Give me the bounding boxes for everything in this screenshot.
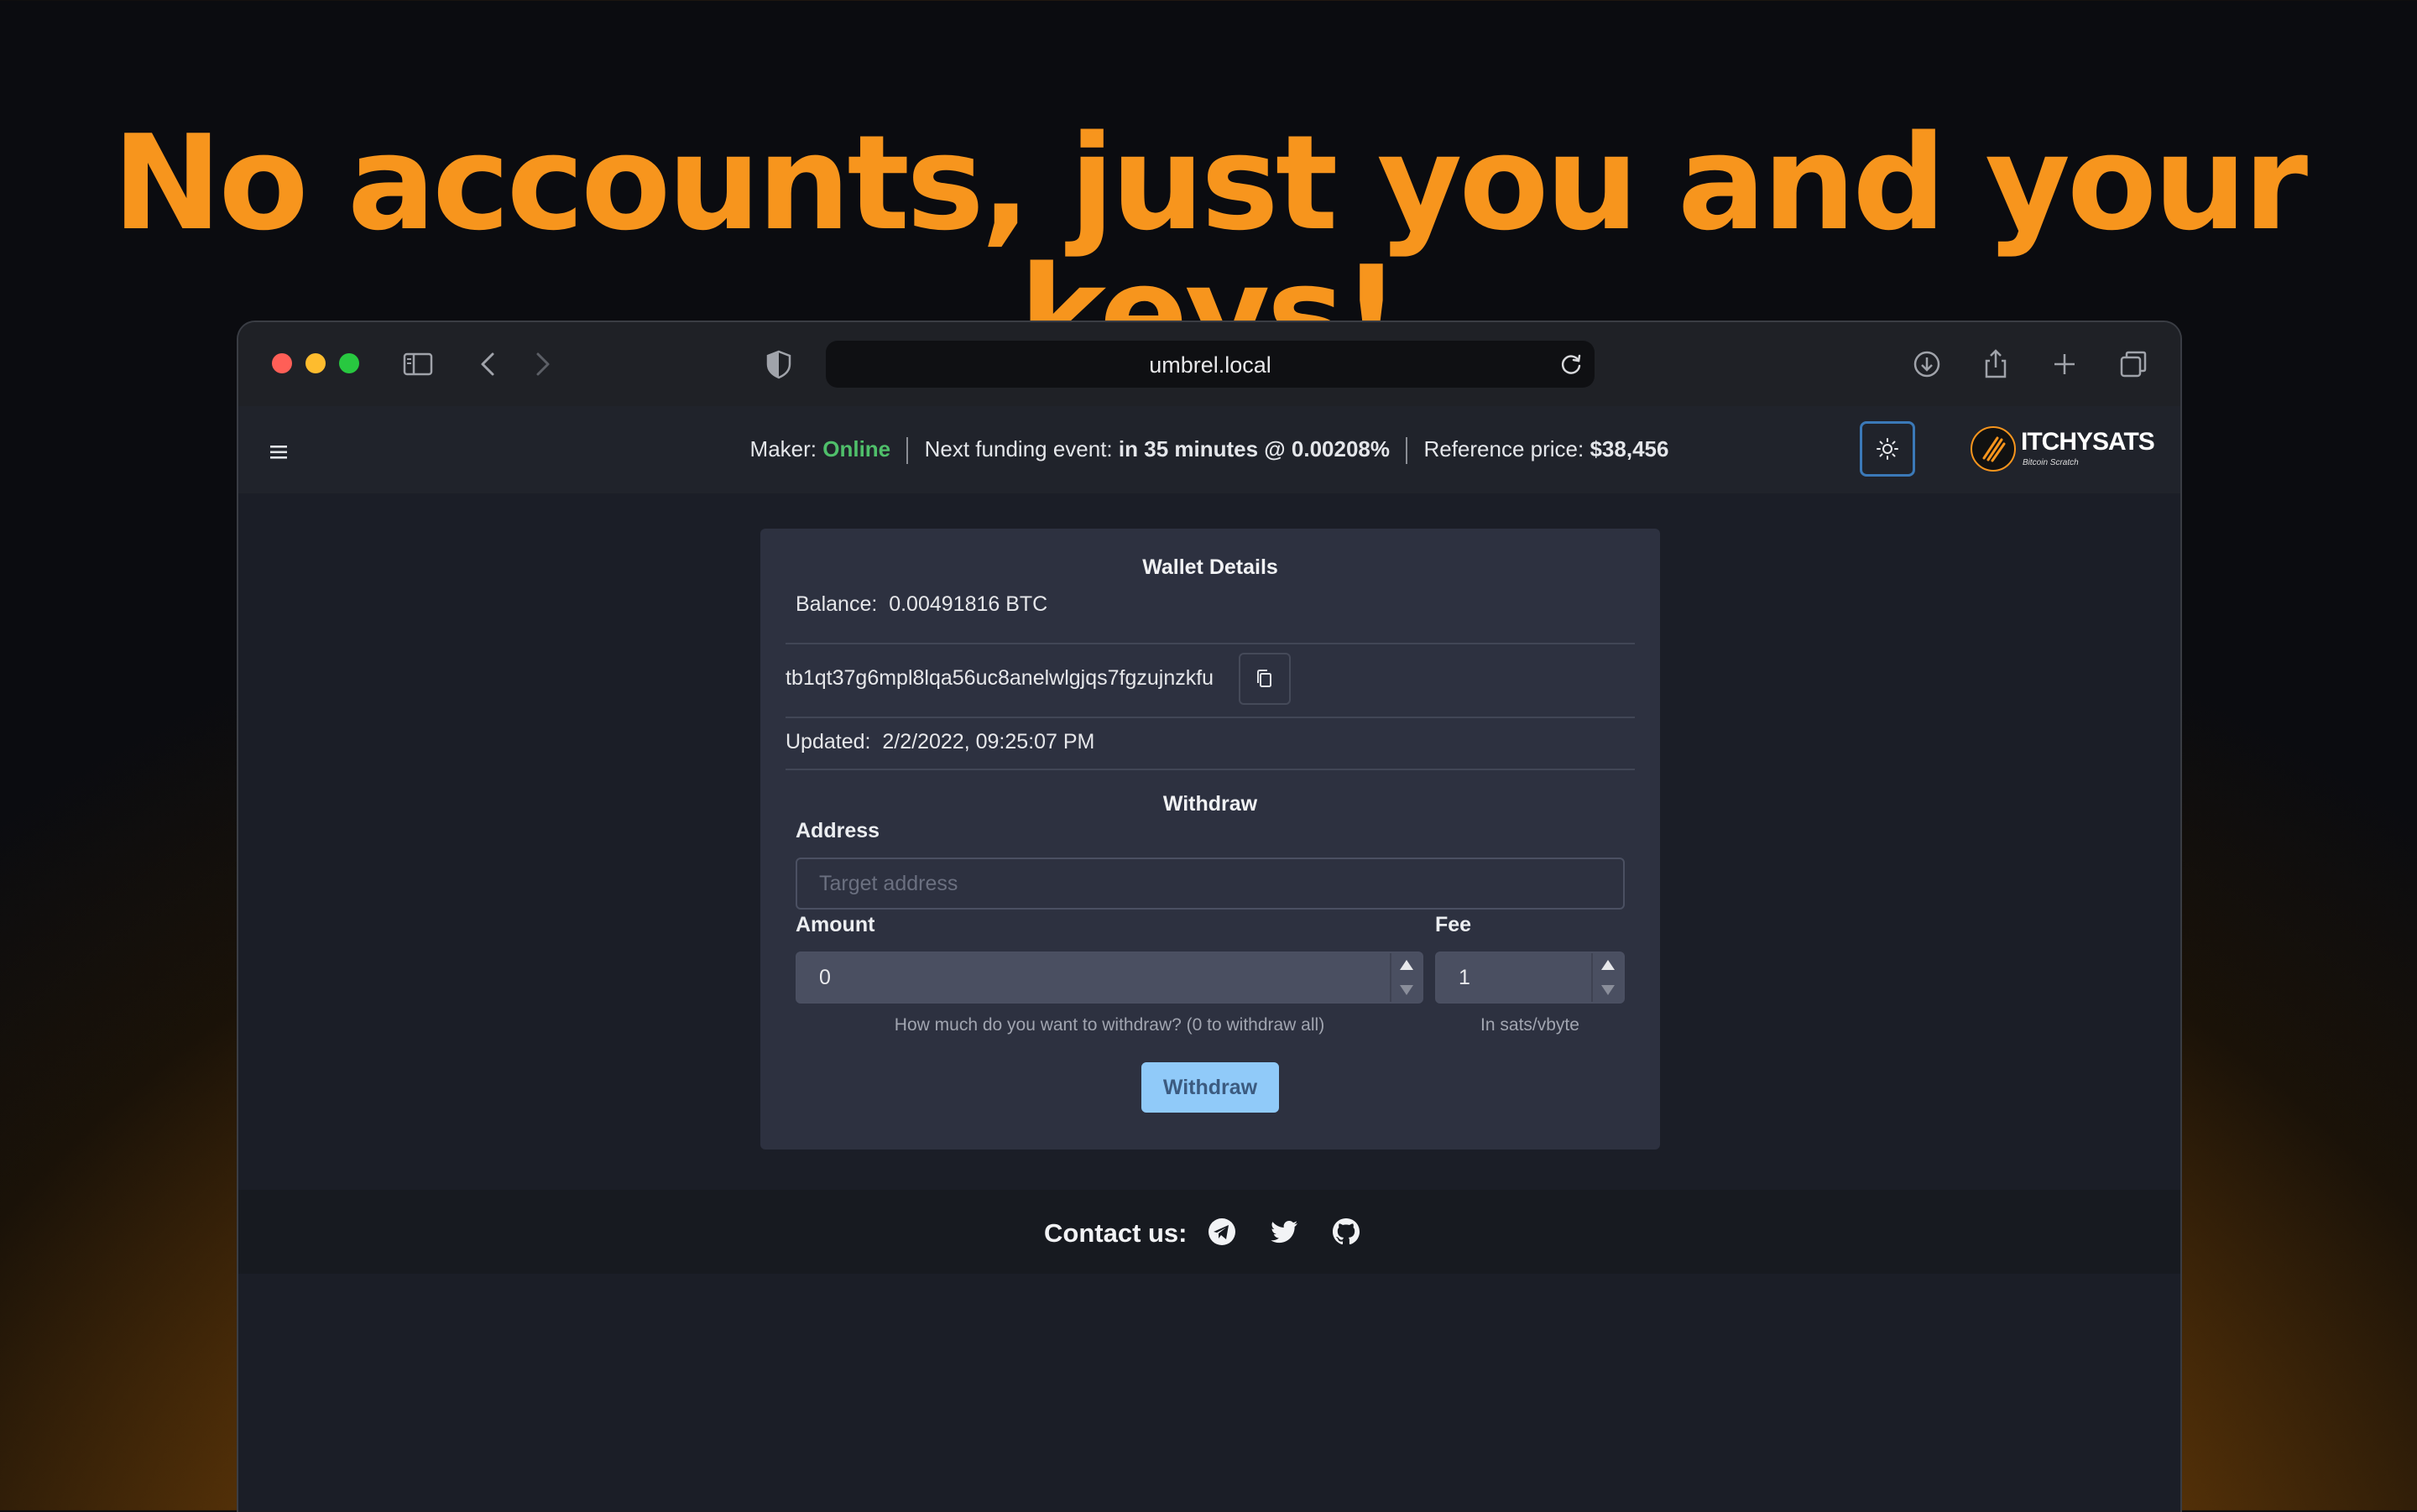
funding-at: @	[1264, 436, 1286, 461]
funding-time: in 35 minutes	[1118, 436, 1259, 461]
contact-label: Contact us:	[1044, 1218, 1188, 1248]
fee-stepper[interactable]	[1591, 953, 1623, 1002]
fee-help-text: In sats/vbyte	[1480, 1015, 1579, 1035]
tab-overview-icon[interactable]	[2115, 346, 2152, 383]
zoom-window-button[interactable]	[339, 353, 359, 373]
target-address-input[interactable]: Target address	[796, 858, 1625, 910]
balance-row: Balance: 0.00491816 BTC	[796, 592, 1047, 617]
minimize-window-button[interactable]	[305, 353, 326, 373]
github-icon[interactable]	[1329, 1215, 1363, 1249]
logo-tagline: Bitcoin Scratch	[2023, 458, 2079, 467]
amount-stepper[interactable]	[1390, 953, 1422, 1002]
wallet-details-title: Wallet Details	[1142, 555, 1278, 579]
fee-input[interactable]: 1	[1435, 952, 1625, 1004]
updated-label: Updated:	[786, 730, 871, 753]
twitter-icon[interactable]	[1267, 1215, 1301, 1249]
maker-status-badge: Online	[822, 436, 891, 461]
logo-name: ITCHYSATS	[2021, 428, 2155, 456]
reference-price-label: Reference price:	[1423, 436, 1584, 461]
divider	[786, 769, 1635, 770]
status-divider	[906, 437, 909, 465]
telegram-icon[interactable]	[1205, 1215, 1239, 1249]
divider	[786, 643, 1635, 644]
maker-label: Maker:	[749, 436, 817, 461]
funding-label: Next funding event:	[924, 436, 1113, 461]
itchysats-logo[interactable]: ITCHYSATS Bitcoin Scratch	[1971, 425, 2155, 475]
address-bar[interactable]: umbrel.local	[826, 341, 1595, 388]
amount-value: 0	[819, 966, 831, 989]
updated-value: 2/2/2022, 09:25:07 PM	[882, 730, 1095, 753]
back-icon[interactable]	[470, 346, 507, 383]
forward-icon[interactable]	[524, 346, 561, 383]
reload-icon[interactable]	[1556, 349, 1586, 379]
url-text: umbrel.local	[1149, 352, 1271, 378]
funding-rate: 0.00208%	[1291, 436, 1390, 461]
sun-icon	[1877, 438, 1898, 460]
browser-window: umbrel.local Maker: Online Next funding …	[237, 321, 2182, 1512]
theme-toggle-button[interactable]	[1860, 421, 1915, 477]
wallet-address: tb1qt37g6mpl8lqa56uc8anelwlgjqs7fgzujnzk…	[786, 666, 1214, 690]
updated-row: Updated: 2/2/2022, 09:25:07 PM	[786, 730, 1094, 754]
browser-toolbar: umbrel.local	[238, 322, 2180, 406]
close-window-button[interactable]	[272, 353, 292, 373]
share-icon[interactable]	[1977, 346, 2014, 383]
address-label: Address	[796, 819, 880, 842]
logo-mark-icon	[1971, 426, 2016, 472]
amount-help-text: How much do you want to withdraw? (0 to …	[894, 1015, 1325, 1035]
new-tab-icon[interactable]	[2046, 346, 2083, 383]
fee-value: 1	[1459, 966, 1470, 989]
copy-address-button[interactable]	[1239, 653, 1291, 705]
amount-input[interactable]: 0	[796, 952, 1423, 1004]
withdraw-button[interactable]: Withdraw	[1141, 1062, 1279, 1113]
sidebar-toggle-icon[interactable]	[399, 346, 436, 383]
status-divider	[1406, 437, 1408, 465]
copy-icon	[1257, 670, 1271, 687]
wallet-card: Wallet Details Balance: 0.00491816 BTC t…	[760, 529, 1660, 1150]
fee-label: Fee	[1435, 913, 1472, 936]
divider	[786, 717, 1635, 718]
reference-price-value: $38,456	[1590, 436, 1669, 461]
footer: Contact us:	[238, 1190, 2180, 1274]
downloads-icon[interactable]	[1908, 346, 1945, 383]
balance-value: 0.00491816 BTC	[889, 592, 1048, 616]
withdraw-title: Withdraw	[1162, 792, 1258, 816]
privacy-shield-icon[interactable]	[760, 346, 797, 383]
amount-label: Amount	[796, 913, 875, 936]
balance-label: Balance:	[796, 592, 878, 616]
